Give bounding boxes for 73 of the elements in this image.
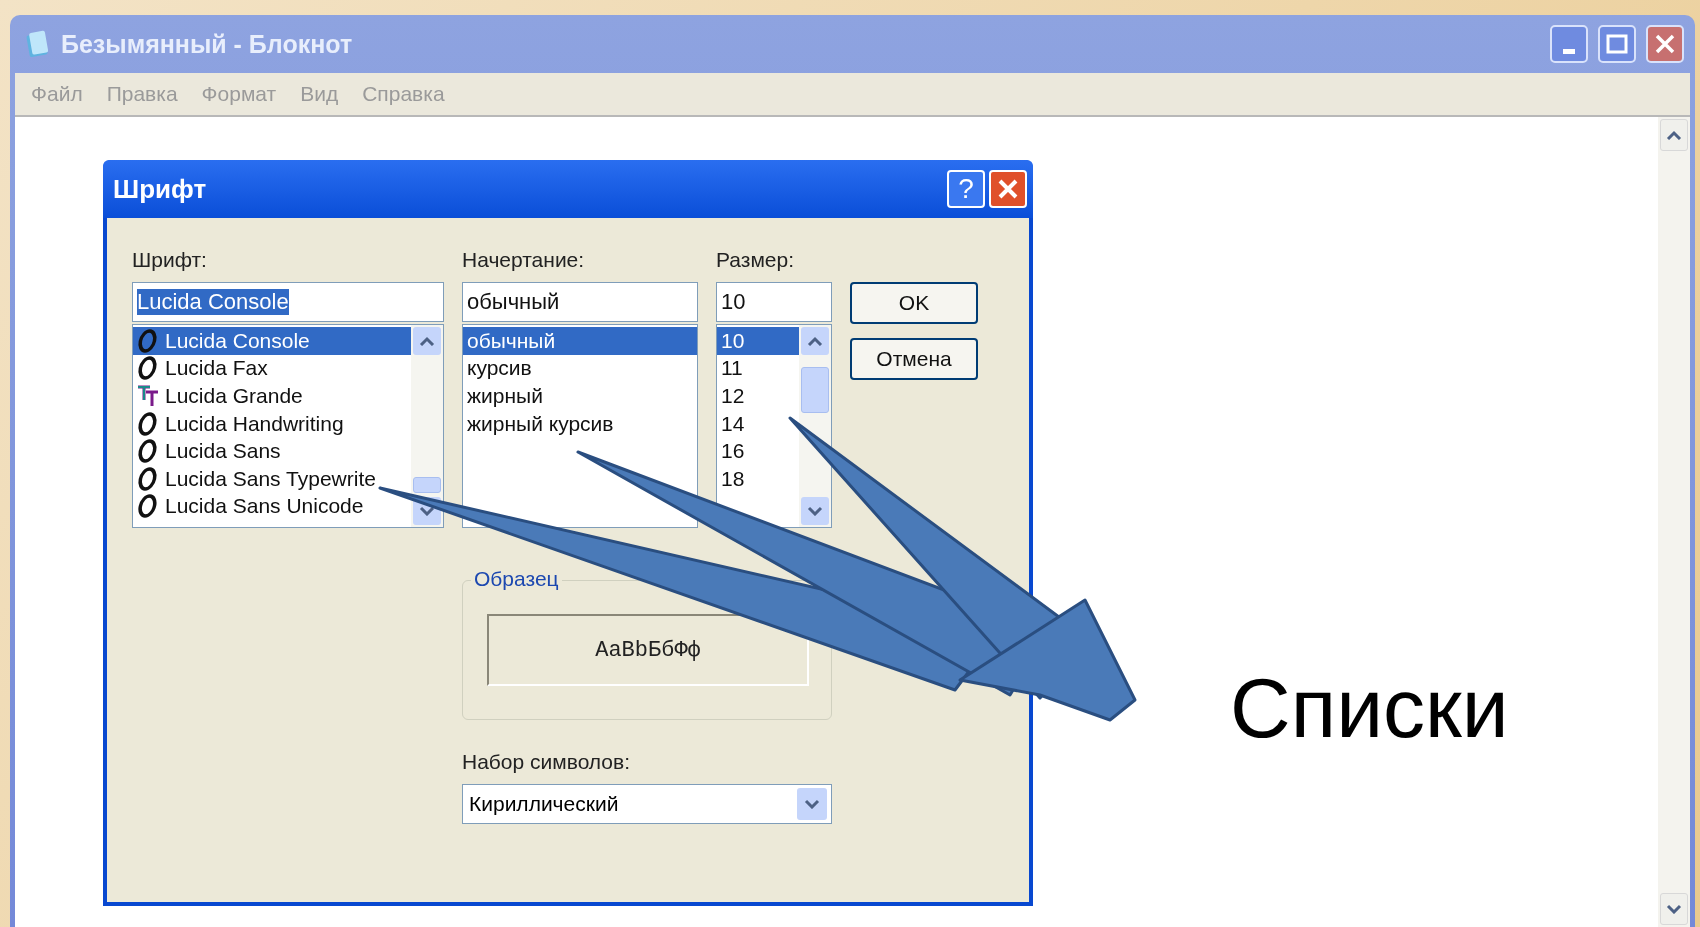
list-item-text: 12 [721, 384, 745, 408]
list-item[interactable]: курсив [463, 354, 697, 383]
list-item-text: 16 [721, 439, 745, 464]
list-item[interactable]: 18 [717, 464, 799, 493]
scroll-down-button[interactable] [801, 497, 829, 525]
font-type-icon [137, 494, 159, 519]
font-type-icon [137, 384, 159, 408]
scroll-up-button[interactable] [801, 327, 829, 355]
list-item-text: жирный [467, 384, 543, 408]
field-label: Набор символов: [462, 750, 632, 775]
list-item[interactable]: Lucida Sans Typewrite [133, 464, 411, 493]
input-field[interactable]: обычный [462, 282, 698, 322]
list-item[interactable]: Lucida Sans [133, 437, 411, 465]
callout-text: Списки [1230, 660, 1509, 757]
minimize-icon [1563, 48, 1575, 54]
list-item-text: Lucida Console [165, 328, 310, 353]
close-icon [1654, 33, 1676, 55]
font-type-icon [137, 411, 159, 436]
list-item-text: курсив [467, 356, 532, 381]
list-item-text: Lucida Sans Unicode [165, 494, 364, 519]
list-item[interactable]: обычный [463, 327, 697, 355]
font-type-icon [137, 466, 159, 491]
charset-dropdown[interactable]: Кириллический [462, 784, 832, 824]
list-item[interactable]: 11 [717, 354, 799, 383]
list-item[interactable]: жирный [463, 382, 697, 410]
list-item[interactable]: 14 [717, 409, 799, 438]
input-field[interactable]: Lucida Console [132, 282, 444, 322]
list-item[interactable]: Lucida Console [133, 327, 411, 355]
close-button[interactable] [1646, 25, 1684, 63]
list-item[interactable]: Lucida Grande [133, 382, 411, 410]
list-item[interactable]: жирный курсив [463, 409, 697, 438]
list-item-text: жирный курсив [467, 411, 614, 436]
list-item[interactable]: 10 [717, 327, 799, 355]
scroll-up-button[interactable] [413, 327, 441, 355]
input-field[interactable]: 10 [716, 282, 832, 322]
minimize-button[interactable] [1550, 25, 1588, 63]
field-label: Шрифт: [132, 248, 208, 273]
maximize-button[interactable] [1598, 25, 1636, 63]
cancel-button[interactable]: Отмена [850, 338, 978, 380]
list-item[interactable]: 16 [717, 437, 799, 465]
list-item-text: Lucida Grande [165, 384, 303, 408]
maximize-icon [1606, 34, 1628, 54]
list-item-text: Lucida Sans [165, 439, 281, 464]
list-item-text: 11 [721, 356, 743, 381]
field-label: Размер: [716, 248, 795, 273]
ok-button[interactable]: OK [850, 282, 978, 324]
scrollbar[interactable] [411, 325, 443, 527]
list-item-text: Lucida Fax [165, 356, 268, 381]
field-label: Начертание: [462, 248, 586, 273]
window-title: Безымянный - Блокнот [61, 29, 354, 59]
notepad-icon [25, 30, 51, 58]
list-item-text: Lucida Handwriting [165, 411, 344, 436]
list-item[interactable]: Lucida Sans Unicode [133, 492, 411, 521]
font-type-icon [137, 356, 159, 381]
list-item[interactable]: Lucida Handwriting [133, 409, 411, 438]
scrollbar[interactable] [799, 325, 831, 527]
help-button[interactable]: ? [947, 170, 985, 208]
close-icon [997, 178, 1019, 200]
dialog-title: Шрифт [113, 173, 208, 205]
scrollbar[interactable] [1658, 117, 1690, 927]
font-type-icon [137, 439, 159, 464]
dropdown-arrow-button[interactable] [797, 788, 827, 820]
list-item[interactable]: 12 [717, 382, 799, 410]
font-type-icon [137, 328, 159, 353]
scroll-thumb[interactable] [413, 477, 441, 493]
dropdown-value: Кириллический [469, 792, 619, 816]
list-item-text: Lucida Sans Typewrite [165, 466, 376, 491]
list-item-text: обычный [467, 328, 556, 353]
list-item[interactable]: Lucida Fax [133, 354, 411, 383]
list-item-text: 10 [721, 328, 745, 353]
scroll-thumb[interactable] [801, 367, 829, 413]
list-item-text: 18 [721, 466, 745, 491]
list-item-text: 14 [721, 411, 745, 436]
